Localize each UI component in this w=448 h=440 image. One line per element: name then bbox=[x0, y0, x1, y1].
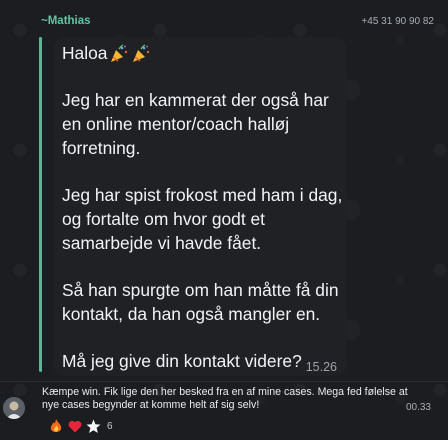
party-popper-icon bbox=[131, 44, 151, 64]
quoted-message-text: Haloa Jeg har en kammerat der også har e… bbox=[62, 42, 344, 374]
heart-icon bbox=[67, 419, 82, 434]
reactions-bar[interactable]: 6 bbox=[48, 418, 113, 435]
sender-phone: +45 31 90 90 82 bbox=[361, 16, 434, 27]
sender-name[interactable]: ~Mathias bbox=[41, 15, 91, 27]
message-paragraph: Jeg har en kammerat der også har en onli… bbox=[62, 90, 329, 158]
message-paragraph: Jeg har spist frokost med ham i dag, og … bbox=[62, 185, 343, 253]
divider bbox=[0, 381, 448, 382]
star-icon bbox=[86, 419, 101, 434]
quoted-message-time: 15.26 bbox=[305, 360, 337, 374]
caption-time: 00.33 bbox=[405, 402, 431, 413]
greeting-line: Haloa bbox=[62, 42, 344, 66]
message-paragraph: Må jeg give din kontakt videre? bbox=[62, 351, 302, 372]
quoted-message-bubble[interactable]: Haloa Jeg har en kammerat der også har e… bbox=[54, 37, 346, 376]
message-paragraph: Så han spurgte om han måtte få din konta… bbox=[62, 279, 339, 324]
avatar[interactable] bbox=[3, 397, 25, 419]
fire-icon bbox=[48, 419, 63, 434]
message-header: ~Mathias +45 31 90 90 82 bbox=[0, 0, 448, 40]
quote-accent-bar bbox=[39, 37, 42, 372]
party-popper-icon bbox=[109, 44, 129, 64]
greeting-text: Haloa bbox=[62, 43, 108, 63]
caption-text: Kæmpe win. Fik lige den her besked fra e… bbox=[42, 386, 408, 411]
reaction-count: 6 bbox=[107, 421, 113, 432]
